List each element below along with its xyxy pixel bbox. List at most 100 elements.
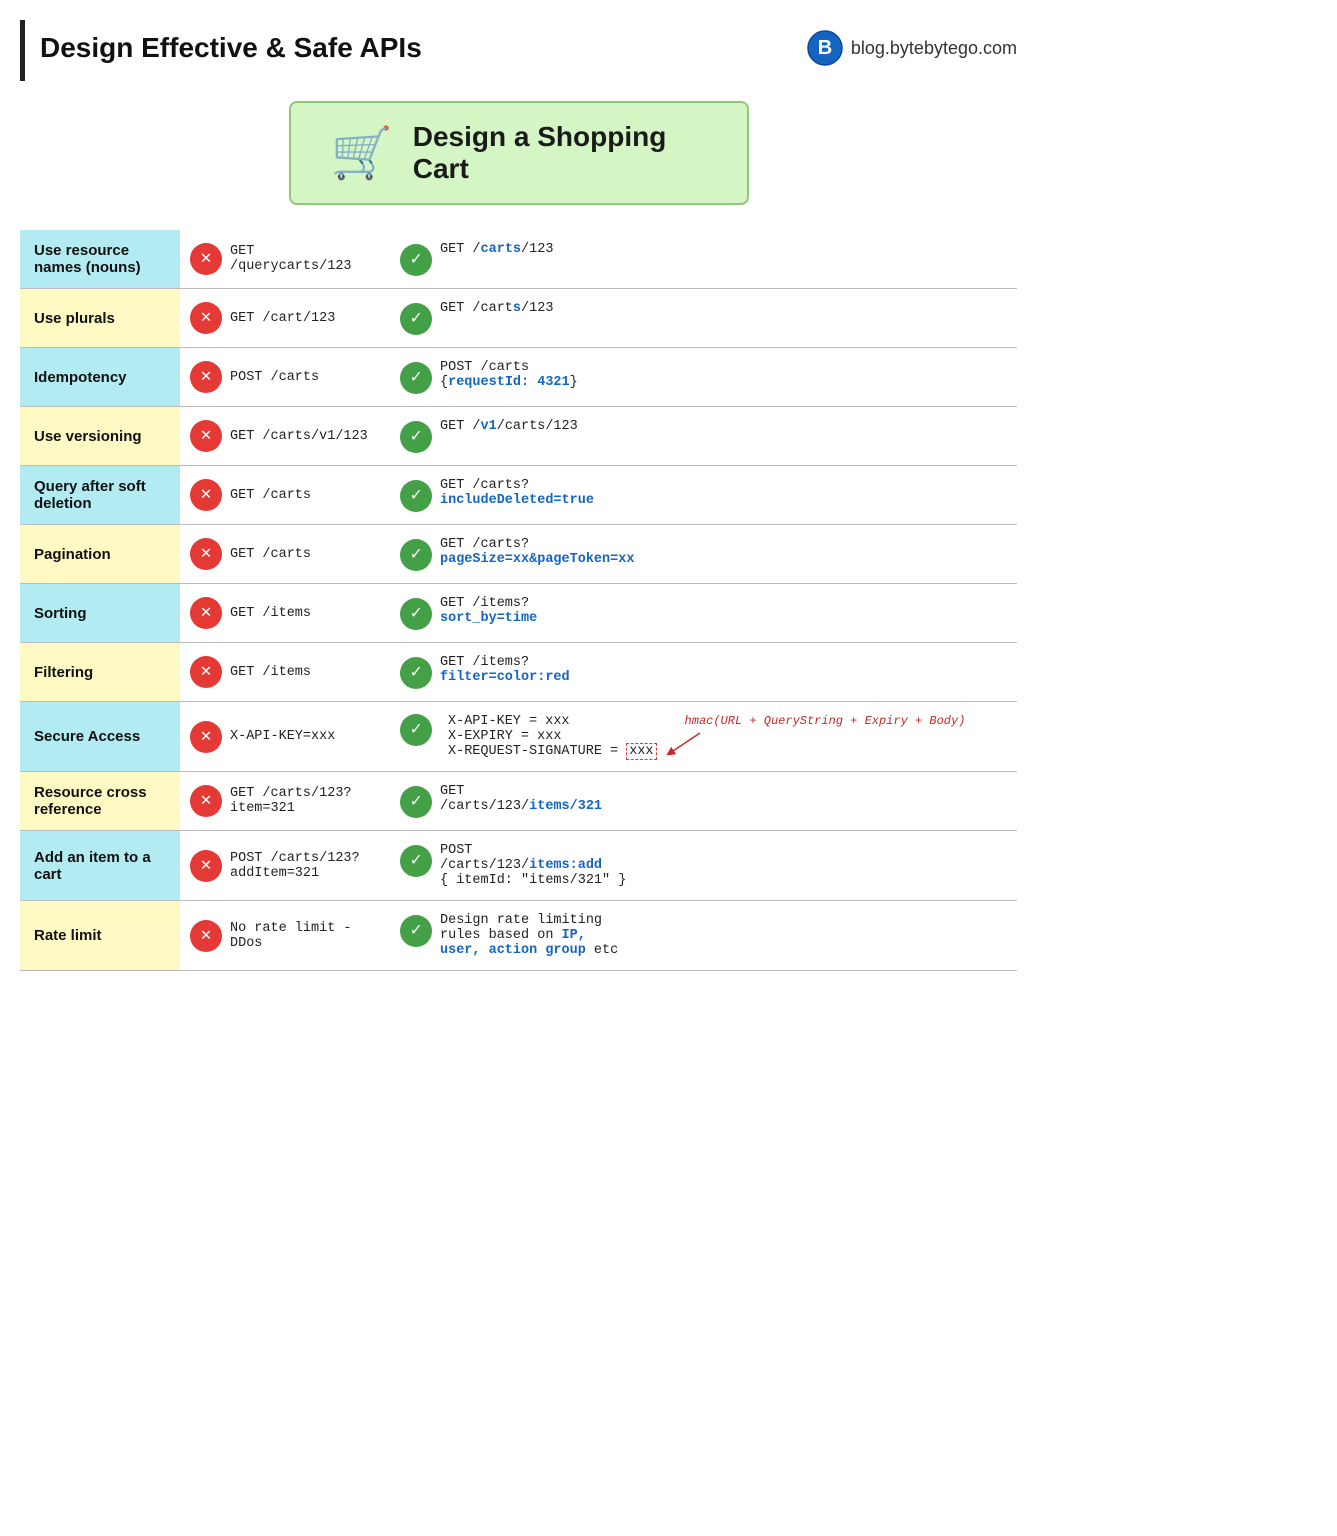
hero-title: Design a Shopping Cart <box>413 121 707 185</box>
label-cell-pagination: Pagination <box>20 525 180 584</box>
bad-cell-resource-cross-reference: ✕ GET /carts/123?item=321 <box>180 772 390 831</box>
label-cell-filtering: Filtering <box>20 643 180 702</box>
bad-cell-query-soft-deletion: ✕ GET /carts <box>180 466 390 525</box>
bad-text: POST /carts/123?addItem=321 <box>230 851 360 881</box>
table-row: Rate limit ✕ No rate limit -DDos ✓Design ra… <box>20 901 1017 971</box>
good-text: GET /carts/123 <box>440 301 553 316</box>
bad-text: GET /items <box>230 665 311 680</box>
good-cell-secure-access: ✓ X-API-KEY = xxxX-EXPIRY = xxxX-REQUEST-… <box>390 702 1017 772</box>
good-icon: ✓ <box>400 244 432 276</box>
bad-cell-rate-limit: ✕ No rate limit -DDos <box>180 901 390 971</box>
bad-icon: ✕ <box>190 243 222 275</box>
label-cell-idempotency: Idempotency <box>20 348 180 407</box>
bad-icon: ✕ <box>190 302 222 334</box>
table-row: Pagination ✕ GET /carts ✓ GET /carts?pageSiz… <box>20 525 1017 584</box>
good-icon: ✓ <box>400 845 432 877</box>
good-cell-rate-limit: ✓Design rate limitingrules based on IP,u… <box>390 901 1017 971</box>
good-icon: ✓ <box>400 362 432 394</box>
good-icon: ✓ <box>400 539 432 571</box>
bad-cell-use-versioning: ✕ GET /carts/v1/123 <box>180 407 390 466</box>
label-cell-use-versioning: Use versioning <box>20 407 180 466</box>
label-cell-secure-access: Secure Access <box>20 702 180 772</box>
page-header: Design Effective & Safe APIs B blog.byte… <box>20 20 1017 81</box>
bad-text: X-API-KEY=xxx <box>230 729 335 744</box>
label-cell-query-soft-deletion: Query after soft deletion <box>20 466 180 525</box>
bad-cell-pagination: ✕ GET /carts <box>180 525 390 584</box>
bad-icon: ✕ <box>190 656 222 688</box>
bad-text: GET /carts <box>230 547 311 562</box>
bad-text: GET /querycarts/123 <box>230 244 380 274</box>
bad-text: GET /carts/123?item=321 <box>230 786 352 816</box>
table-row: Sorting✕GET /items ✓ GET /items?sort_by=ti… <box>20 584 1017 643</box>
api-table: Use resource names (nouns) ✕ GET /querycar… <box>20 230 1017 971</box>
bad-icon: ✕ <box>190 538 222 570</box>
good-text: GET /items?filter=color:red <box>440 655 570 685</box>
good-text: GET /carts?includeDeleted=true <box>440 478 594 508</box>
table-row: Use plurals ✕ GET /cart/123 ✓ GET /carts/123 <box>20 289 1017 348</box>
bad-text: No rate limit -DDos <box>230 921 352 951</box>
bad-icon: ✕ <box>190 850 222 882</box>
good-icon: ✓ <box>400 657 432 689</box>
bad-icon: ✕ <box>190 920 222 952</box>
good-cell-filtering: ✓ GET /items?filter=color:red <box>390 643 1017 702</box>
table-row: Filtering ✕ GET /items ✓ GET /items?filter=c… <box>20 643 1017 702</box>
bad-icon: ✕ <box>190 361 222 393</box>
good-cell-pagination: ✓ GET /carts?pageSize=xx&pageToken=xx <box>390 525 1017 584</box>
logo: B blog.bytebytego.com <box>807 30 1017 66</box>
label-cell-use-resource-names: Use resource names (nouns) <box>20 230 180 289</box>
table-row: Add an item to a cart ✕ POST /carts/123?ad… <box>20 831 1017 901</box>
table-row: Use versioning ✕ GET /carts/v1/123 ✓ GET /v1… <box>20 407 1017 466</box>
good-icon: ✓ <box>400 421 432 453</box>
bad-cell-use-resource-names: ✕ GET /querycarts/123 <box>180 230 390 289</box>
table-row: Idempotency ✕ POST /carts ✓ POST /carts{requ… <box>20 348 1017 407</box>
arrow-icon <box>665 728 705 758</box>
good-cell-add-item-to-cart: ✓POST/carts/123/items:add{ itemId: "item… <box>390 831 1017 901</box>
bad-text: GET /cart/123 <box>230 311 335 326</box>
bad-cell-secure-access: ✕ X-API-KEY=xxx <box>180 702 390 772</box>
good-text: GET/carts/123/items/321 <box>440 784 602 814</box>
bad-cell-use-plurals: ✕ GET /cart/123 <box>180 289 390 348</box>
bad-icon: ✕ <box>190 479 222 511</box>
cart-icon: 🛒 <box>331 124 393 183</box>
label-cell-rate-limit: Rate limit <box>20 901 180 971</box>
bad-icon: ✕ <box>190 597 222 629</box>
page-title: Design Effective & Safe APIs <box>40 32 422 64</box>
good-text: X-API-KEY = xxxX-EXPIRY = xxxX-REQUEST-S… <box>448 714 657 759</box>
label-cell-add-item-to-cart: Add an item to a cart <box>20 831 180 901</box>
bad-cell-idempotency: ✕ POST /carts <box>180 348 390 407</box>
good-cell-use-resource-names: ✓ GET /carts/123 <box>390 230 1017 289</box>
bad-text: GET /carts/v1/123 <box>230 429 368 444</box>
bad-icon: ✕ <box>190 420 222 452</box>
svg-text:B: B <box>818 37 832 59</box>
bad-cell-filtering: ✕ GET /items <box>180 643 390 702</box>
good-text: GET /carts?pageSize=xx&pageToken=xx <box>440 537 634 567</box>
hero-banner: 🛒 Design a Shopping Cart <box>289 101 749 205</box>
good-cell-use-versioning: ✓ GET /v1/carts/123 <box>390 407 1017 466</box>
good-icon: ✓ <box>400 714 432 746</box>
good-icon: ✓ <box>400 598 432 630</box>
bad-cell-add-item-to-cart: ✕ POST /carts/123?addItem=321 <box>180 831 390 901</box>
label-cell-use-plurals: Use plurals <box>20 289 180 348</box>
good-icon: ✓ <box>400 303 432 335</box>
good-icon: ✓ <box>400 915 432 947</box>
table-row: Secure Access ✕ X-API-KEY=xxx ✓ X-API-KEY = … <box>20 702 1017 772</box>
good-text: GET /v1/carts/123 <box>440 419 578 434</box>
bad-icon: ✕ <box>190 721 222 753</box>
good-text: GET /items?sort_by=time <box>440 596 537 626</box>
bad-text: GET /carts <box>230 488 311 503</box>
bad-text: POST /carts <box>230 370 319 385</box>
good-text: Design rate limitingrules based on IP,us… <box>440 913 618 958</box>
good-text: POST /carts{requestId: 4321} <box>440 360 578 390</box>
hmac-annotation: hmac(URL + QueryString + Expiry + Body) <box>685 714 966 728</box>
table-row: Resource cross reference✕GET /carts/123?… <box>20 772 1017 831</box>
good-icon: ✓ <box>400 786 432 818</box>
good-text: POST/carts/123/items:add{ itemId: "items… <box>440 843 626 888</box>
good-cell-use-plurals: ✓ GET /carts/123 <box>390 289 1017 348</box>
good-cell-sorting: ✓ GET /items?sort_by=time <box>390 584 1017 643</box>
label-cell-sorting: Sorting <box>20 584 180 643</box>
bad-cell-sorting: ✕GET /items <box>180 584 390 643</box>
good-text: GET /carts/123 <box>440 242 553 257</box>
table-row: Query after soft deletion ✕ GET /carts ✓GET… <box>20 466 1017 525</box>
good-cell-query-soft-deletion: ✓GET /carts?includeDeleted=true <box>390 466 1017 525</box>
bad-icon: ✕ <box>190 785 222 817</box>
